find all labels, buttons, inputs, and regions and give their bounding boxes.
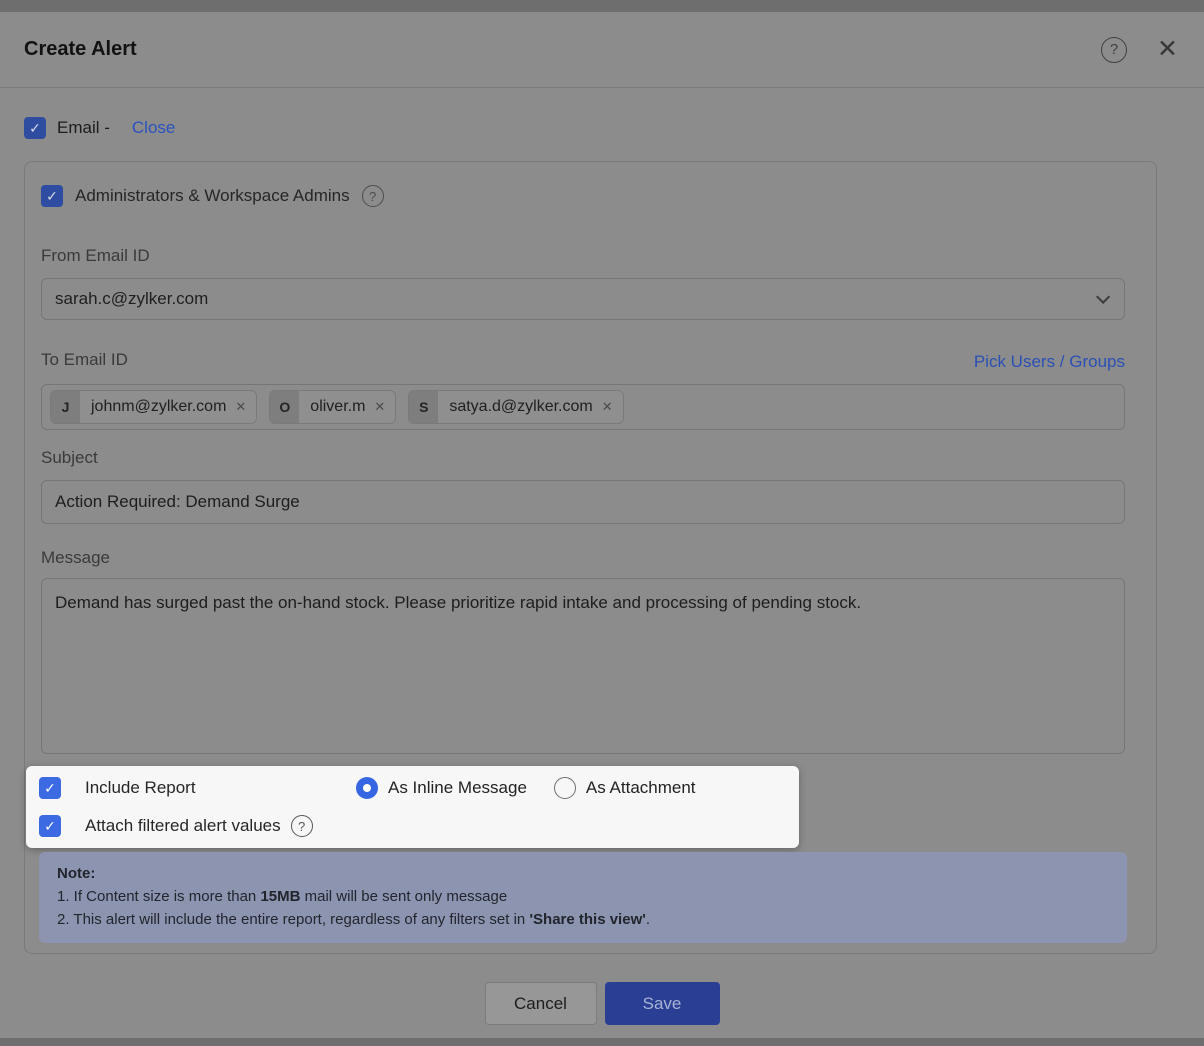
- attach-filtered-label: Attach filtered alert values: [85, 816, 281, 836]
- note-box: Note: 1. If Content size is more than 15…: [39, 852, 1127, 943]
- admins-help-icon[interactable]: ?: [362, 185, 384, 207]
- note-line-1: 1. If Content size is more than 15MB mai…: [57, 885, 1109, 908]
- include-report-spotlight: ✓ Include Report As Inline Message As At…: [26, 766, 799, 848]
- recipient-chip: S satya.d@zylker.com ✕: [408, 390, 623, 424]
- as-inline-message-label: As Inline Message: [388, 778, 527, 798]
- message-label: Message: [41, 548, 1125, 570]
- page-title: Create Alert: [24, 38, 137, 61]
- note-line-2: 2. This alert will include the entire re…: [57, 908, 1109, 931]
- check-icon: ✓: [44, 818, 56, 835]
- check-icon: ✓: [29, 120, 41, 137]
- to-email-field[interactable]: J johnm@zylker.com ✕ O oliver.m ✕ S saty…: [41, 384, 1125, 430]
- recipient-chip: J johnm@zylker.com ✕: [50, 390, 257, 424]
- recipient-email: johnm@zylker.com: [80, 398, 235, 416]
- from-email-value: sarah.c@zylker.com: [55, 289, 208, 309]
- from-email-select[interactable]: sarah.c@zylker.com: [41, 278, 1125, 320]
- avatar: J: [51, 391, 80, 423]
- save-button[interactable]: Save: [605, 982, 720, 1025]
- avatar: S: [409, 391, 438, 423]
- from-email-label: From Email ID: [41, 246, 1125, 268]
- note-heading: Note:: [57, 862, 1109, 885]
- admins-label: Administrators & Workspace Admins: [75, 186, 350, 206]
- as-attachment-radio[interactable]: [554, 777, 576, 799]
- email-channel-row: ✓ Email - Close: [24, 115, 1180, 141]
- subject-label: Subject: [41, 448, 1125, 470]
- help-icon[interactable]: ?: [1101, 37, 1127, 63]
- chevron-down-icon: [1096, 290, 1110, 304]
- check-icon: ✓: [44, 780, 56, 797]
- email-channel-label: Email -: [57, 118, 110, 138]
- include-report-label: Include Report: [85, 778, 196, 798]
- email-settings-panel: ✓ Administrators & Workspace Admins ? Fr…: [24, 161, 1157, 954]
- subject-input[interactable]: Action Required: Demand Surge: [41, 480, 1125, 524]
- recipient-email: oliver.m: [299, 398, 374, 416]
- attach-filtered-checkbox[interactable]: ✓: [39, 815, 61, 837]
- include-report-row: ✓ Include Report As Inline Message As At…: [39, 776, 799, 800]
- avatar: O: [270, 391, 299, 423]
- to-email-header-row: To Email ID Pick Users / Groups: [41, 348, 1125, 372]
- create-alert-dialog: Create Alert ? ✕ ✓ Email - Close ✓ Admin…: [0, 12, 1204, 1038]
- as-attachment-label: As Attachment: [586, 778, 696, 798]
- remove-recipient-icon[interactable]: ✕: [235, 399, 256, 415]
- to-email-label: To Email ID: [41, 350, 128, 372]
- attach-filtered-help-icon[interactable]: ?: [291, 815, 313, 837]
- header-icons: ? ✕: [1101, 37, 1178, 63]
- recipient-email: satya.d@zylker.com: [438, 398, 601, 416]
- recipient-chip: O oliver.m ✕: [269, 390, 396, 424]
- attach-filtered-row: ✓ Attach filtered alert values ?: [39, 814, 799, 838]
- admins-checkbox[interactable]: ✓: [41, 185, 63, 207]
- remove-recipient-icon[interactable]: ✕: [374, 399, 395, 415]
- email-close-link[interactable]: Close: [132, 118, 175, 138]
- dialog-header: Create Alert ? ✕: [0, 12, 1204, 88]
- close-icon[interactable]: ✕: [1157, 37, 1178, 62]
- email-checkbox[interactable]: ✓: [24, 117, 46, 139]
- cancel-button[interactable]: Cancel: [485, 982, 597, 1025]
- as-inline-message-radio[interactable]: [356, 777, 378, 799]
- pick-users-groups-link[interactable]: Pick Users / Groups: [974, 352, 1125, 372]
- remove-recipient-icon[interactable]: ✕: [602, 399, 623, 415]
- include-report-checkbox[interactable]: ✓: [39, 777, 61, 799]
- message-textarea[interactable]: Demand has surged past the on-hand stock…: [41, 578, 1125, 754]
- dialog-actions: Cancel Save: [0, 982, 1204, 1025]
- include-report-group: ✓ Include Report: [39, 777, 356, 799]
- admins-row: ✓ Administrators & Workspace Admins ?: [41, 184, 1125, 208]
- check-icon: ✓: [46, 188, 58, 205]
